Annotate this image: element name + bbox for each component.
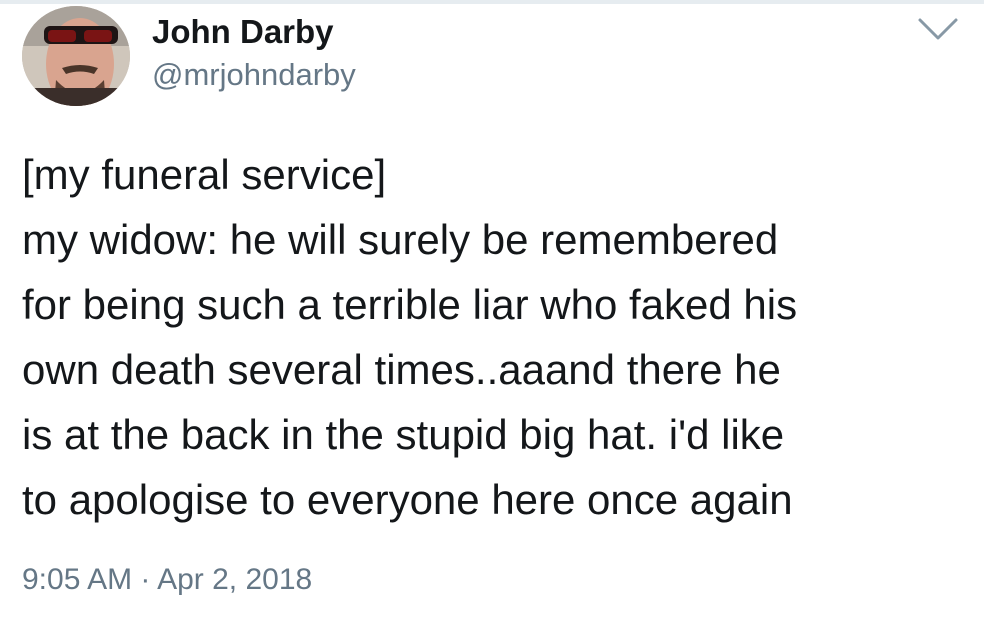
tweet-card: John Darby @mrjohndarby [my funeral serv… (0, 0, 984, 631)
tweet-timestamp[interactable]: 9:05 AM · Apr 2, 2018 (22, 561, 312, 599)
tweet-text: [my funeral service] my widow: he will s… (22, 142, 972, 532)
tweet-text-line: [my funeral service] (22, 151, 387, 198)
author-handle[interactable]: @mrjohndarby (152, 56, 356, 94)
avatar-photo (22, 6, 130, 106)
tweet-text-line: own death several times..aaand there he (22, 346, 781, 393)
tweet-author[interactable]: John Darby @mrjohndarby (152, 12, 356, 94)
tweet-text-line: for being such a terrible liar who faked… (22, 281, 798, 328)
avatar[interactable] (22, 6, 130, 106)
tweet-text-line: my widow: he will surely be remembered (22, 216, 779, 263)
tweet-menu-button[interactable] (916, 14, 960, 44)
author-display-name[interactable]: John Darby (152, 12, 356, 52)
tweet-text-line: is at the back in the stupid big hat. i'… (22, 411, 785, 458)
chevron-down-icon (918, 18, 958, 40)
tweet-text-line: to apologise to everyone here once again (22, 476, 793, 523)
